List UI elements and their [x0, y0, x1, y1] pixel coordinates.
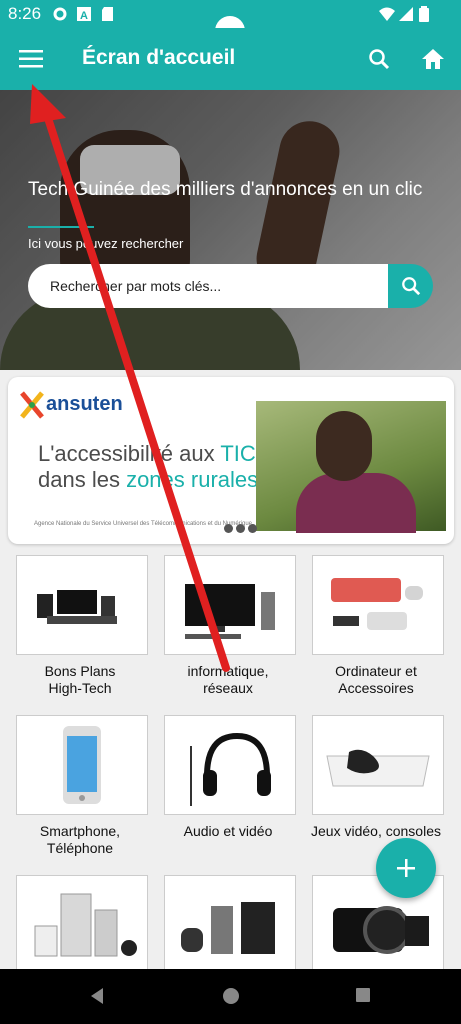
annotation-arrow: [30, 84, 230, 672]
